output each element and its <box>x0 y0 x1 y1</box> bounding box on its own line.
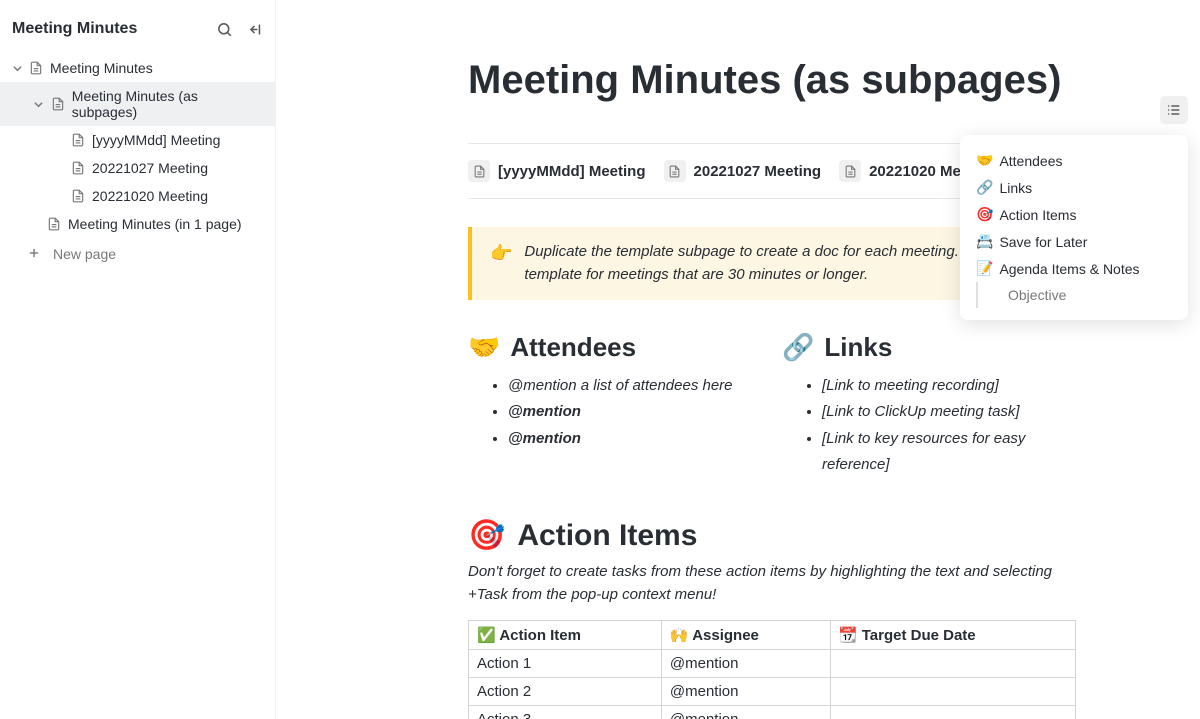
tree-item-subpages[interactable]: Meeting Minutes (as subpages) <box>0 82 275 126</box>
table-header[interactable]: 🙌 Assignee <box>661 621 830 650</box>
table-header[interactable]: 📆 Target Due Date <box>830 621 1075 650</box>
checkmark-icon: ✅ <box>477 627 496 644</box>
list-item[interactable]: [Link to key resources for easy referenc… <box>822 426 1076 479</box>
toc-item-objective[interactable]: Objective <box>976 282 1188 308</box>
action-items-subtitle[interactable]: Don't forget to create tasks from these … <box>468 561 1076 606</box>
list-item[interactable]: [Link to ClickUp meeting task] <box>822 399 1076 425</box>
attendees-list[interactable]: @mention a list of attendees here @menti… <box>468 373 762 452</box>
action-items-table[interactable]: ✅ Action Item 🙌 Assignee 📆 Target Due Da… <box>468 620 1076 719</box>
link-icon: 🔗 <box>976 179 993 196</box>
links-list[interactable]: [Link to meeting recording] [Link to Cli… <box>782 373 1076 478</box>
doc-icon <box>839 160 861 182</box>
table-cell[interactable]: @mention <box>661 650 830 678</box>
tree-item-meeting[interactable]: 20221027 Meeting <box>0 154 275 182</box>
doc-icon <box>46 216 62 232</box>
doc-icon <box>70 132 86 148</box>
subpage-chip[interactable]: [yyyyMMdd] Meeting <box>468 160 646 182</box>
attendees-heading[interactable]: 🤝 Attendees <box>468 332 762 363</box>
toc-item-action-items[interactable]: 🎯 Action Items <box>960 201 1188 228</box>
collapse-sidebar-icon[interactable] <box>245 20 263 38</box>
tree-item-onepage[interactable]: Meeting Minutes (in 1 page) <box>0 210 275 238</box>
tree-item-label: [yyyyMMdd] Meeting <box>92 132 220 148</box>
subpage-chip[interactable]: 20221027 Meeting <box>664 160 822 182</box>
attendees-section: 🤝 Attendees @mention a list of attendees… <box>468 332 762 478</box>
raised-hands-icon: 🙌 <box>670 627 689 644</box>
sidebar-header-icons <box>215 20 263 38</box>
list-item[interactable]: [Link to meeting recording] <box>822 373 1076 399</box>
table-cell[interactable]: @mention <box>661 706 830 719</box>
table-cell[interactable]: @mention <box>661 678 830 706</box>
table-row[interactable]: Action 2 @mention <box>469 678 1076 706</box>
list-item[interactable]: @mention a list of attendees here <box>508 373 762 399</box>
page-title[interactable]: Meeting Minutes (as subpages) <box>336 58 1140 103</box>
table-header[interactable]: ✅ Action Item <box>469 621 662 650</box>
link-icon: 🔗 <box>782 332 814 363</box>
search-icon[interactable] <box>215 20 233 38</box>
doc-icon <box>468 160 490 182</box>
table-cell[interactable]: Action 1 <box>469 650 662 678</box>
new-page-label: New page <box>53 246 116 262</box>
table-row[interactable]: Action 1 @mention <box>469 650 1076 678</box>
sidebar-tree: Meeting Minutes Meeting Minutes (as subp… <box>0 54 275 238</box>
table-cell[interactable]: Action 3 <box>469 706 662 719</box>
dartboard-icon: 🎯 <box>468 518 505 553</box>
new-page-button[interactable]: New page <box>0 238 275 270</box>
doc-icon <box>28 60 44 76</box>
tree-item-template[interactable]: [yyyyMMdd] Meeting <box>0 126 275 154</box>
list-item[interactable]: @mention <box>508 426 762 452</box>
heading-text: Action Items <box>517 519 697 553</box>
plus-icon <box>27 246 43 262</box>
tree-item-label: 20221020 Meeting <box>92 188 208 204</box>
chevron-down-icon[interactable] <box>34 99 44 109</box>
tree-item-label: Meeting Minutes (as subpages) <box>72 88 263 120</box>
toc-item-save-later[interactable]: 📇 Save for Later <box>960 228 1188 255</box>
table-header-row: ✅ Action Item 🙌 Assignee 📆 Target Due Da… <box>469 621 1076 650</box>
doc-icon <box>50 96 66 112</box>
table-cell[interactable] <box>830 650 1075 678</box>
chip-label: 20221027 Meeting <box>694 163 822 180</box>
doc-icon <box>664 160 686 182</box>
handshake-icon: 🤝 <box>976 152 993 169</box>
toc-item-agenda[interactable]: 📝 Agenda Items & Notes <box>960 255 1188 282</box>
main-content: Meeting Minutes (as subpages) [yyyyMMdd]… <box>276 0 1200 719</box>
tree-item-label: Meeting Minutes (in 1 page) <box>68 216 242 232</box>
heading-text: Links <box>824 332 892 363</box>
sidebar-title: Meeting Minutes <box>12 20 137 38</box>
table-row[interactable]: Action 3 @mention <box>469 706 1076 719</box>
tree-item-label: Meeting Minutes <box>50 60 153 76</box>
memo-icon: 📝 <box>976 260 993 277</box>
sidebar: Meeting Minutes Meeting Minutes Meeting … <box>0 0 276 719</box>
chip-label: [yyyyMMdd] Meeting <box>498 163 646 180</box>
table-of-contents: 🤝 Attendees 🔗 Links 🎯 Action Items 📇 Sav… <box>960 135 1188 320</box>
list-item[interactable]: @mention <box>508 399 762 425</box>
handshake-icon: 🤝 <box>468 332 500 363</box>
doc-icon <box>70 188 86 204</box>
pointing-right-icon: 👉 <box>490 241 512 286</box>
calendar-icon: 📆 <box>839 627 858 644</box>
chevron-down-icon[interactable] <box>12 63 22 73</box>
links-heading[interactable]: 🔗 Links <box>782 332 1076 363</box>
dartboard-icon: 🎯 <box>976 206 993 223</box>
toc-item-links[interactable]: 🔗 Links <box>960 174 1188 201</box>
sidebar-header: Meeting Minutes <box>0 14 275 54</box>
links-section: 🔗 Links [Link to meeting recording] [Lin… <box>782 332 1076 478</box>
tree-item-label: 20221027 Meeting <box>92 160 208 176</box>
table-cell[interactable] <box>830 678 1075 706</box>
table-cell[interactable] <box>830 706 1075 719</box>
tree-item-meeting[interactable]: 20221020 Meeting <box>0 182 275 210</box>
table-cell[interactable]: Action 2 <box>469 678 662 706</box>
action-items-heading[interactable]: 🎯 Action Items <box>468 518 1076 553</box>
tree-item-root[interactable]: Meeting Minutes <box>0 54 275 82</box>
doc-icon <box>70 160 86 176</box>
toc-item-attendees[interactable]: 🤝 Attendees <box>960 147 1188 174</box>
heading-text: Attendees <box>510 332 636 363</box>
card-index-icon: 📇 <box>976 233 993 250</box>
toc-toggle-button[interactable] <box>1160 96 1188 124</box>
